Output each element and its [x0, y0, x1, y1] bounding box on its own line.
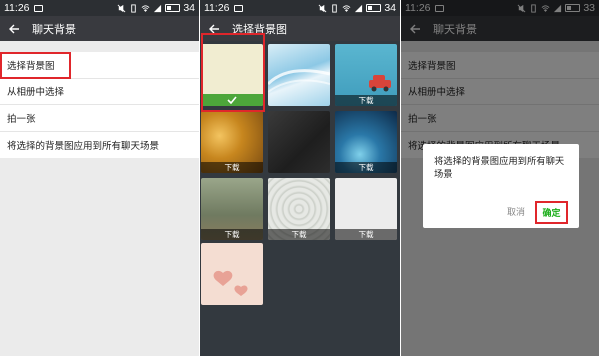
status-time: 11:26 [4, 2, 30, 14]
background-tile-white-paper[interactable]: 下载 [335, 178, 397, 240]
download-label[interactable]: 下载 [335, 229, 397, 240]
confirm-dialog: 将选择的背景图应用到所有聊天场景 取消 确定 [423, 144, 579, 228]
wifi-icon [342, 4, 351, 12]
battery-level: 34 [183, 2, 195, 14]
highlight-box [0, 52, 71, 79]
image-notification-icon [233, 4, 243, 12]
confirm-button[interactable]: 确定 [535, 201, 568, 224]
battery-level: 34 [384, 2, 396, 14]
panel-divider [400, 0, 401, 356]
choose-background-screen: 11:26 34 选择背景图 下载 下载 下载 下载 下载 下载 [200, 0, 400, 356]
page-title: 聊天背景 [32, 22, 76, 36]
vibrate-icon [131, 3, 137, 13]
cancel-button[interactable]: 取消 [507, 205, 525, 218]
highlight-box [201, 33, 265, 112]
heart-icon [213, 270, 248, 296]
mute-icon [117, 4, 126, 12]
image-notification-icon [33, 4, 43, 12]
apply-confirm-screen: 11:26 33 聊天背景 选择背景图 从相册中选择 拍一张 将选择的背景图应用… [401, 0, 599, 356]
download-label[interactable]: 下载 [201, 162, 263, 173]
battery-icon [366, 4, 382, 12]
mute-icon [318, 4, 327, 12]
background-tile-pink-hearts[interactable] [201, 243, 263, 305]
download-label[interactable]: 下载 [201, 229, 263, 240]
background-tile-red-car[interactable]: 下载 [335, 44, 397, 106]
menu-item-from-album[interactable]: 从相册中选择 [0, 79, 199, 105]
wifi-icon [141, 4, 150, 12]
signal-icon [355, 4, 363, 12]
menu-item-apply-to-all[interactable]: 将选择的背景图应用到所有聊天场景 [0, 132, 199, 159]
download-label[interactable]: 下载 [268, 229, 330, 240]
chat-background-screen: 11:26 34 聊天背景 选择背景图 从相册中选择 拍一张 将选择的背景图应用… [0, 0, 199, 356]
status-bar: 11:26 34 [200, 0, 400, 16]
status-time: 11:26 [204, 2, 230, 14]
title-bar: 聊天背景 [0, 16, 199, 41]
background-tile-rainy-window[interactable]: 下载 [201, 178, 263, 240]
background-tile-dark-texture[interactable] [268, 111, 330, 173]
background-tile-blue-wave[interactable] [268, 44, 330, 106]
background-tile-bokeh-orange[interactable]: 下载 [201, 111, 263, 173]
background-tile-lace-pattern[interactable]: 下载 [268, 178, 330, 240]
wave-graphic [268, 69, 330, 93]
background-tile-blue-bokeh[interactable]: 下载 [335, 111, 397, 173]
status-bar: 11:26 34 [0, 0, 199, 16]
download-label[interactable]: 下载 [335, 162, 397, 173]
menu-item-take-photo[interactable]: 拍一张 [0, 105, 199, 132]
signal-icon [154, 4, 162, 12]
dialog-message: 将选择的背景图应用到所有聊天场景 [434, 156, 565, 180]
battery-icon [165, 4, 181, 12]
download-label[interactable]: 下载 [335, 95, 397, 106]
panel-divider [199, 0, 200, 356]
back-arrow-icon[interactable] [0, 16, 28, 41]
vibrate-icon [332, 3, 338, 13]
